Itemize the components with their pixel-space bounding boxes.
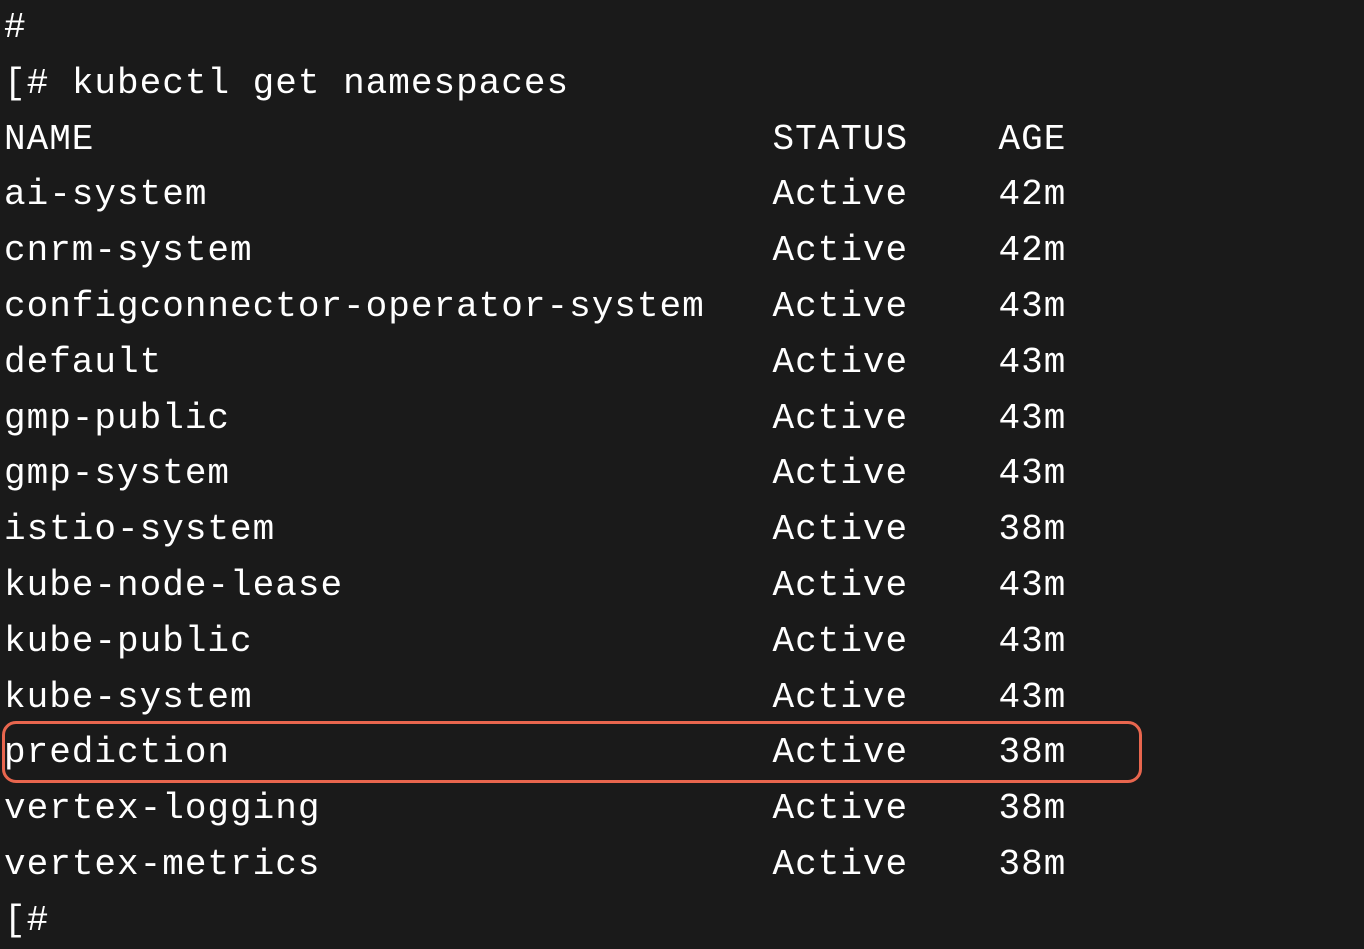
table-row: default Active 43m bbox=[4, 335, 1360, 391]
prompt-next-line[interactable]: [# bbox=[4, 893, 1360, 949]
table-row: gmp-system Active 43m bbox=[4, 446, 1360, 502]
terminal-output: # [# kubectl get namespaces NAME STATUS … bbox=[0, 0, 1364, 949]
table-row: istio-system Active 38m bbox=[4, 502, 1360, 558]
prompt-bracket: [# bbox=[4, 63, 49, 104]
prompt-bracket-end: [# bbox=[4, 900, 49, 941]
table-row: kube-public Active 43m bbox=[4, 614, 1360, 670]
table-row: kube-node-lease Active 43m bbox=[4, 558, 1360, 614]
table-row: gmp-public Active 43m bbox=[4, 391, 1360, 447]
table-header-row: NAME STATUS AGE bbox=[4, 112, 1360, 168]
table-row: configconnector-operator-system Active 4… bbox=[4, 279, 1360, 335]
namespace-table: NAME STATUS AGEai-system Active 42mcnrm-… bbox=[4, 112, 1360, 893]
command-text: kubectl get namespaces bbox=[49, 63, 569, 104]
table-row: vertex-metrics Active 38m bbox=[4, 837, 1360, 893]
table-row: ai-system Active 42m bbox=[4, 167, 1360, 223]
table-row: vertex-logging Active 38m bbox=[4, 781, 1360, 837]
command-line[interactable]: [# kubectl get namespaces bbox=[4, 56, 1360, 112]
table-row: cnrm-system Active 42m bbox=[4, 223, 1360, 279]
table-row: prediction Active 38m bbox=[4, 725, 1360, 781]
prompt-symbol: # bbox=[4, 7, 27, 48]
prompt-hash-line: # bbox=[4, 0, 1360, 56]
table-row: kube-system Active 43m bbox=[4, 670, 1360, 726]
